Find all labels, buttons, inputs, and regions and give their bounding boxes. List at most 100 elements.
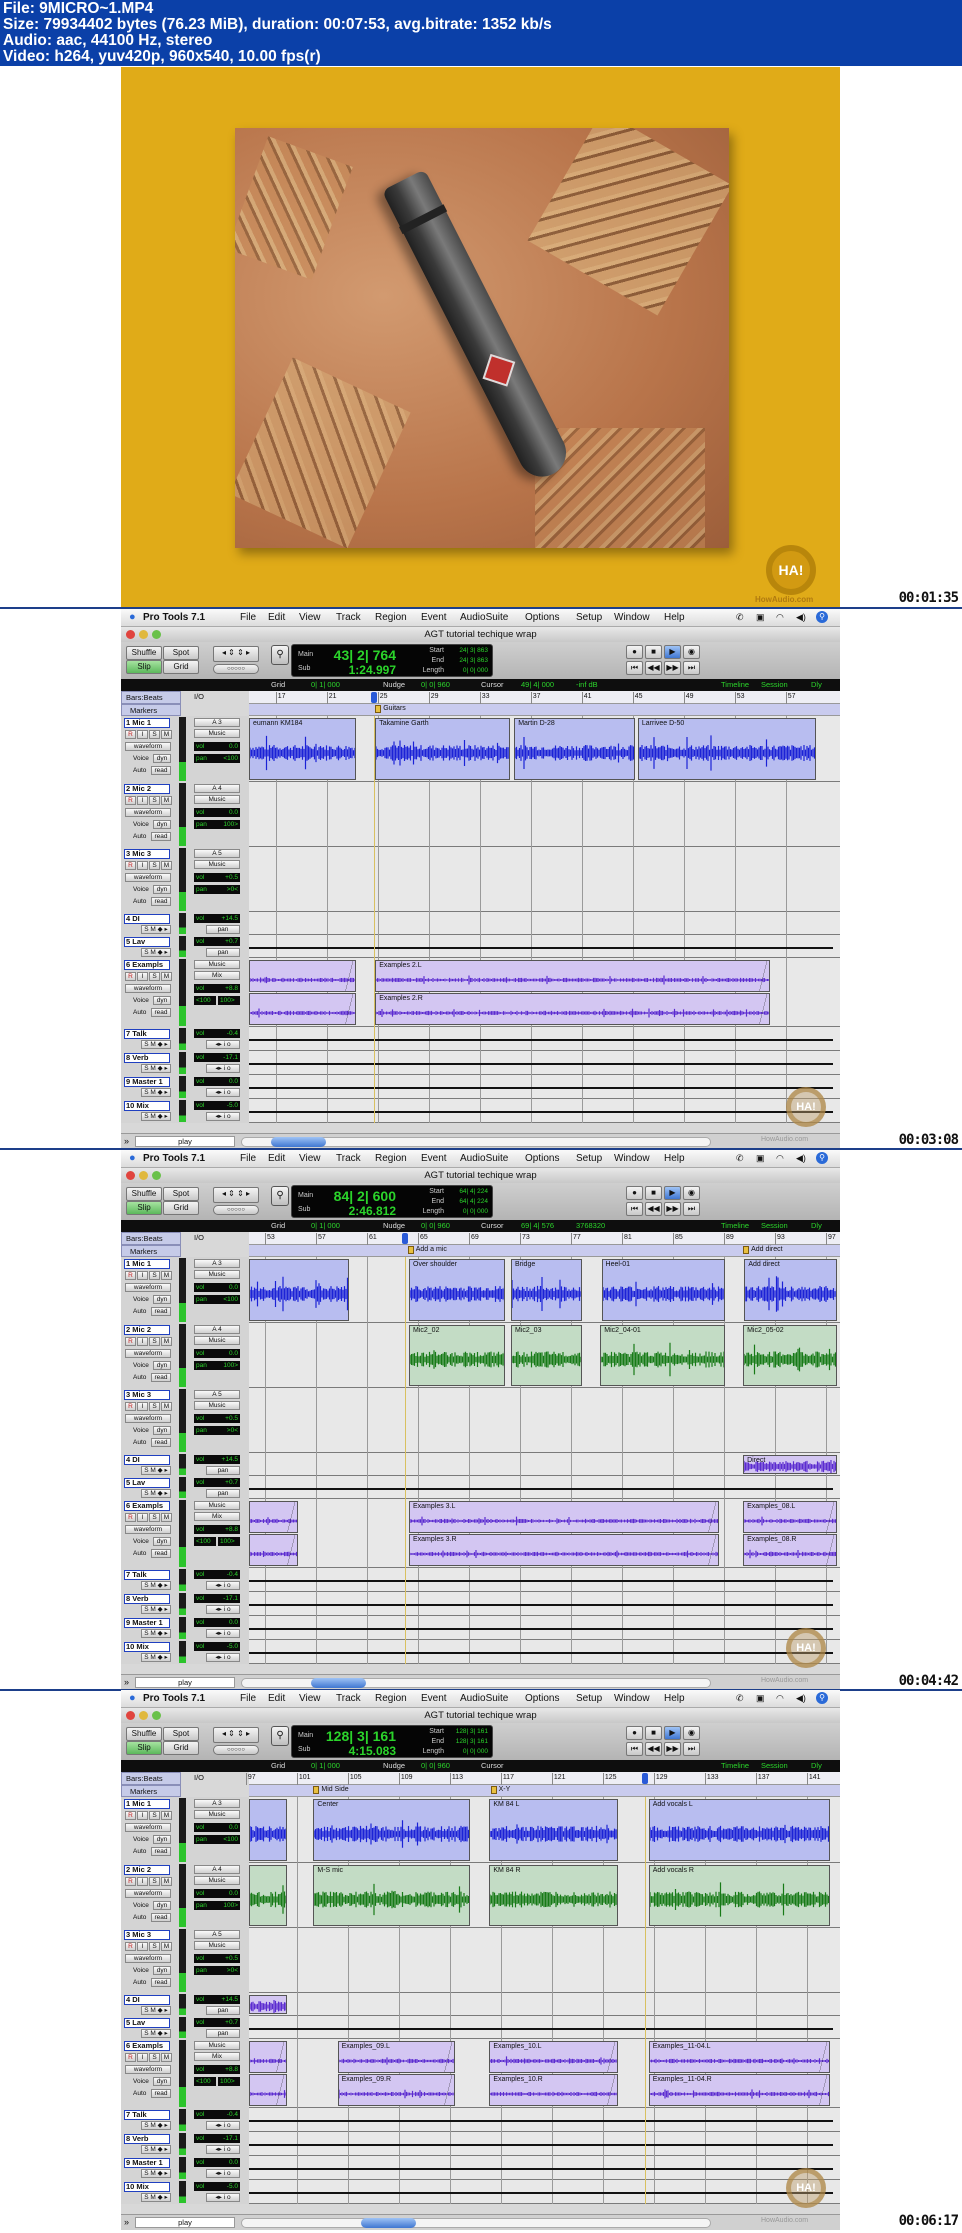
r-button[interactable]: R [125, 2053, 136, 2062]
io-buttons[interactable]: ◂▸ i o [206, 2145, 240, 2154]
bus-selector[interactable]: Music [194, 1401, 240, 1410]
volume-display[interactable]: vol 0.0 [194, 1889, 240, 1898]
audio-region[interactable]: Examples_10.L [489, 2041, 619, 2073]
s-button[interactable]: S [149, 796, 160, 805]
minimize-button[interactable] [139, 1171, 148, 1180]
voice-selector[interactable]: dyn [153, 885, 171, 894]
grid-value[interactable]: 0| 1| 000 [311, 680, 340, 689]
i-button[interactable]: I [137, 1942, 148, 1951]
volume-display[interactable]: vol -0.4 [194, 2110, 240, 2119]
menu-options[interactable]: Options [525, 612, 559, 623]
mute-solo-buttons[interactable]: S M ◆ ▸ [141, 2145, 171, 2154]
spot-mode-button[interactable]: Spot [163, 1727, 199, 1741]
menu-file[interactable]: File [240, 1693, 256, 1704]
pan-button[interactable]: pan [206, 948, 240, 957]
spot-mode-button[interactable]: Spot [163, 646, 199, 660]
minimize-button[interactable] [139, 630, 148, 639]
mute-solo-buttons[interactable]: S M ◆ ▸ [141, 1088, 171, 1097]
r-button[interactable]: R [125, 1271, 136, 1280]
ffwd-button[interactable]: ▶▶ [664, 1742, 681, 1756]
shuffle-mode-button[interactable]: Shuffle [126, 1187, 162, 1201]
track-view-selector[interactable]: waveform [125, 1414, 171, 1423]
m-button[interactable]: M [161, 1271, 172, 1280]
audio-region[interactable]: Examples_09.R [337, 2074, 455, 2106]
r-button[interactable]: R [125, 861, 136, 870]
display-icon[interactable]: ▣ [756, 1693, 765, 1704]
output-selector[interactable]: A 5 [194, 1390, 240, 1399]
bus-selector[interactable]: Music [194, 795, 240, 804]
m-button[interactable]: M [161, 1877, 172, 1886]
menu-window[interactable]: Window [614, 1693, 650, 1704]
pan-button[interactable]: pan [206, 2029, 240, 2038]
output-selector[interactable]: A 5 [194, 1930, 240, 1939]
nudge-value[interactable]: 0| 0| 960 [421, 680, 450, 689]
track-name-field[interactable]: 2 Mic 2 [124, 784, 170, 794]
pan-display[interactable]: pan >0< [194, 1966, 240, 1975]
track-name-field[interactable]: 4 DI [124, 1455, 170, 1465]
audio-region[interactable] [249, 1799, 287, 1861]
marker-label[interactable]: Mid Side [321, 1786, 348, 1793]
voice-selector[interactable]: dyn [153, 1901, 171, 1910]
menu-options[interactable]: Options [525, 1153, 559, 1164]
audio-region[interactable] [249, 1995, 287, 2014]
automation-mode-selector[interactable]: read [151, 1307, 171, 1316]
output-selector[interactable]: A 4 [194, 1325, 240, 1334]
r-button[interactable]: R [125, 1811, 136, 1820]
output-selector[interactable]: Music [194, 960, 240, 969]
slip-mode-button[interactable]: Slip [126, 660, 162, 674]
volume-display[interactable]: vol +0.7 [194, 937, 240, 946]
voice-selector[interactable]: dyn [153, 1426, 171, 1435]
r-button[interactable]: R [125, 730, 136, 739]
mute-solo-buttons[interactable]: S M ◆ ▸ [141, 1605, 171, 1614]
output-selector[interactable]: Music [194, 2041, 240, 2050]
io-buttons[interactable]: ◂▸ i o [206, 1629, 240, 1638]
menu-region[interactable]: Region [375, 1153, 407, 1164]
r-button[interactable]: R [125, 1337, 136, 1346]
pan-button[interactable]: pan [206, 1489, 240, 1498]
track-view-selector[interactable]: waveform [125, 1349, 171, 1358]
r-button[interactable]: R [125, 1877, 136, 1886]
ffwd-button[interactable]: ▶▶ [664, 661, 681, 675]
mute-solo-buttons[interactable]: S M ◆ ▸ [141, 1653, 171, 1662]
m-button[interactable]: M [161, 1402, 172, 1411]
voice-selector[interactable]: dyn [153, 1966, 171, 1975]
volume-display[interactable]: vol -0.4 [194, 1570, 240, 1579]
audio-region[interactable]: Center [313, 1799, 471, 1861]
io-buttons[interactable]: ◂▸ i o [206, 1088, 240, 1097]
menu-track[interactable]: Track [336, 1693, 361, 1704]
audio-region[interactable] [249, 1259, 350, 1321]
track-view-selector[interactable]: waveform [125, 2065, 171, 2074]
menu-view[interactable]: View [299, 612, 321, 623]
io-buttons[interactable]: ◂▸ i o [206, 2193, 240, 2202]
automation-mode-selector[interactable]: read [151, 1373, 171, 1382]
menu-edit[interactable]: Edit [268, 612, 285, 623]
output-selector[interactable]: A 3 [194, 1259, 240, 1268]
slip-mode-button[interactable]: Slip [126, 1741, 162, 1755]
track-name-field[interactable]: 2 Mic 2 [124, 1325, 170, 1335]
audio-region[interactable] [249, 1501, 299, 1533]
audio-region[interactable]: Direct [743, 1455, 837, 1474]
play-field[interactable]: play [135, 1677, 235, 1688]
audio-region[interactable]: Examples_08.L [743, 1501, 837, 1533]
audio-region[interactable]: Examples_10.R [489, 2074, 619, 2106]
markers-ruler-label[interactable]: Markers [121, 1785, 181, 1797]
volume-display[interactable]: vol -0.4 [194, 1029, 240, 1038]
scrollbar-thumb[interactable] [311, 1678, 366, 1688]
r-button[interactable]: R [125, 796, 136, 805]
audio-region[interactable]: Examples 2.L [375, 960, 771, 992]
play-button[interactable]: ▶ [664, 645, 681, 659]
s-button[interactable]: S [149, 2053, 160, 2062]
shuffle-mode-button[interactable]: Shuffle [126, 1727, 162, 1741]
online-button[interactable]: ◉ [683, 645, 700, 659]
menu-setup[interactable]: Setup [576, 612, 602, 623]
marker-label[interactable]: X-Y [499, 1786, 511, 1793]
marker-label[interactable]: Add a mic [416, 1246, 447, 1253]
grid-mode-button[interactable]: Grid [163, 1201, 199, 1215]
automation-mode-selector[interactable]: read [151, 1913, 171, 1922]
pan-right-display[interactable]: 100> [218, 1537, 240, 1546]
io-buttons[interactable]: ◂▸ i o [206, 1653, 240, 1662]
volume-display[interactable]: vol +8.8 [194, 1525, 240, 1534]
volume-display[interactable]: vol 0.0 [194, 1349, 240, 1358]
automation-mode-selector[interactable]: read [151, 1549, 171, 1558]
menu-region[interactable]: Region [375, 1693, 407, 1704]
